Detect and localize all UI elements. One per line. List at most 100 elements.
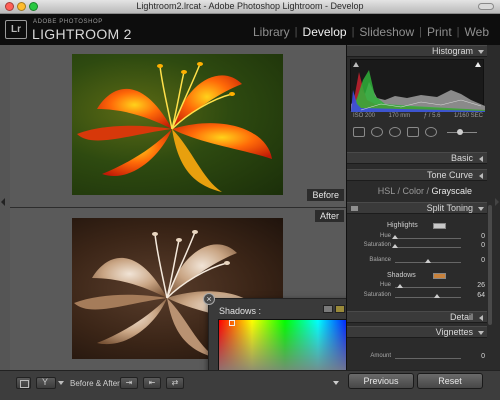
arrow-right-icon: ⇥	[125, 378, 133, 387]
vignettes-panel-header[interactable]: Vignettes	[347, 326, 487, 338]
hsl-color-grayscale-header[interactable]: HSL / Color / Grayscale	[350, 186, 484, 196]
bottom-toolbar: Before & After : ⇥ ⇤ ⇄ Previous Reset	[0, 370, 500, 400]
shadows-saturation-slider[interactable]: Saturation 64	[361, 292, 487, 301]
before-after-view-button[interactable]	[36, 377, 56, 389]
panel-scrollbar[interactable]	[488, 205, 492, 325]
spectrum-marker[interactable]	[229, 320, 235, 326]
adjustment-brush-icon[interactable]	[425, 127, 437, 137]
split-toning-title: Split Toning	[426, 203, 473, 213]
previous-button[interactable]: Previous	[348, 373, 414, 389]
module-develop[interactable]: Develop	[298, 25, 352, 39]
loupe-view-button[interactable]	[16, 377, 31, 389]
tool-strip	[350, 124, 484, 140]
slider-track[interactable]	[395, 358, 461, 359]
vignette-amount-slider[interactable]: Amount 0	[361, 353, 487, 362]
split-toning-controls: Highlights Hue 0 Saturation 0 Balance 0 …	[347, 214, 487, 309]
chevron-left-icon	[479, 156, 483, 162]
spot-removal-icon[interactable]	[371, 127, 383, 137]
slider-track[interactable]	[395, 238, 461, 239]
toolbar-toggle-button[interactable]	[478, 3, 494, 10]
chevron-down-icon	[478, 331, 484, 335]
slider-thumb[interactable]	[392, 244, 398, 248]
slider-thumb[interactable]	[396, 284, 403, 288]
crop-icon[interactable]	[353, 127, 365, 137]
detail-panel-header[interactable]: Detail	[347, 311, 487, 323]
basic-panel-header[interactable]: Basic	[347, 152, 487, 164]
shadow-clipping-icon[interactable]	[353, 62, 359, 67]
aperture-value: ƒ / 5.6	[423, 113, 441, 119]
tool-slider[interactable]	[447, 128, 477, 135]
split-toning-panel-header[interactable]: Split Toning	[347, 202, 487, 214]
brand-name: LIGHTROOM 2	[32, 26, 132, 42]
slider-value: 26	[477, 282, 485, 289]
after-label: After	[314, 210, 344, 222]
exif-info: ISO 200 170 mm ƒ / 5.6 1/160 SEC	[353, 113, 483, 119]
module-picker: Library | Develop | Slideshow | Print | …	[248, 25, 494, 39]
slider-label: Hue	[379, 282, 391, 288]
color-preset-swatch[interactable]	[335, 305, 345, 313]
slider-thumb[interactable]	[425, 259, 431, 263]
highlights-color-swatch[interactable]	[433, 223, 446, 229]
balance-slider[interactable]: Balance 0	[361, 257, 487, 266]
reset-button[interactable]: Reset	[417, 373, 483, 389]
chevron-down-icon	[478, 207, 484, 211]
highlights-hue-slider[interactable]: Hue 0	[361, 233, 487, 242]
module-web[interactable]: Web	[460, 25, 494, 39]
color-preset-swatch[interactable]	[323, 305, 333, 313]
slider-track[interactable]	[395, 297, 461, 298]
before-after-view: Before After × Shadows:	[0, 45, 427, 398]
focal-length-value: 170 mm	[388, 113, 411, 119]
before-photo[interactable]	[72, 54, 283, 195]
highlight-clipping-icon[interactable]	[475, 62, 481, 67]
shadows-hue-slider[interactable]: Hue 26	[361, 282, 487, 291]
slider-label: Saturation	[363, 292, 391, 298]
slider-value: 64	[477, 292, 485, 299]
tone-curve-panel-header[interactable]: Tone Curve	[347, 169, 487, 181]
right-panel-toggle-icon[interactable]	[495, 198, 499, 206]
chevron-down-icon	[478, 50, 484, 54]
panel-switch-icon[interactable]	[351, 206, 358, 211]
copy-before-to-after-button[interactable]: ⇥	[120, 377, 138, 389]
chevron-left-icon	[479, 315, 483, 321]
lightroom-logo: Lr	[5, 20, 27, 39]
histogram-title: Histogram	[431, 46, 473, 56]
close-icon[interactable]: ×	[203, 293, 215, 305]
before-label: Before	[307, 189, 344, 201]
swap-before-after-button[interactable]: ⇄	[166, 377, 184, 389]
histogram[interactable]	[350, 59, 485, 112]
tone-curve-title: Tone Curve	[426, 170, 473, 180]
slider-label: Saturation	[363, 242, 391, 248]
tab-color[interactable]: Color	[402, 186, 424, 196]
slider-thumb[interactable]	[392, 235, 398, 239]
before-pane[interactable]: Before	[10, 45, 346, 207]
copy-after-to-before-button[interactable]: ⇤	[143, 377, 161, 389]
vignettes-title: Vignettes	[435, 327, 473, 337]
tab-grayscale[interactable]: Grayscale	[431, 186, 472, 196]
right-panel: Histogram ISO 200 170 mm ƒ / 5.6 1/160 S…	[346, 45, 500, 370]
detail-title: Detail	[449, 312, 473, 322]
before-after-label: Before & After :	[70, 379, 125, 388]
window-titlebar: Lightroom2.lrcat - Adobe Photoshop Light…	[0, 0, 500, 14]
slider-track[interactable]	[395, 287, 461, 288]
identity-bar: Lr ADOBE PHOTOSHOP LIGHTROOM 2 Library |…	[0, 14, 500, 45]
shadows-color-swatch[interactable]	[433, 273, 446, 279]
slider-label: Hue	[379, 233, 391, 239]
red-eye-icon[interactable]	[389, 127, 401, 137]
color-picker-title: Shadows :	[219, 306, 262, 316]
module-print[interactable]: Print	[422, 25, 457, 39]
highlights-saturation-slider[interactable]: Saturation 0	[361, 242, 487, 251]
shadows-heading: Shadows	[387, 272, 416, 279]
graduated-filter-icon[interactable]	[407, 127, 419, 137]
module-slideshow[interactable]: Slideshow	[354, 25, 419, 39]
chevron-down-icon[interactable]	[58, 381, 64, 385]
slider-value: 0	[481, 353, 485, 360]
slider-label: Balance	[369, 257, 391, 263]
module-library[interactable]: Library	[248, 25, 295, 39]
window-title: Lightroom2.lrcat - Adobe Photoshop Light…	[136, 1, 364, 11]
toolbar-content-menu-icon[interactable]	[333, 381, 339, 385]
tab-hsl[interactable]: HSL	[378, 186, 395, 196]
slider-track[interactable]	[395, 247, 461, 248]
left-panel-toggle-icon[interactable]	[1, 198, 5, 206]
slider-thumb[interactable]	[434, 294, 441, 298]
histogram-panel-header[interactable]: Histogram	[347, 45, 487, 57]
